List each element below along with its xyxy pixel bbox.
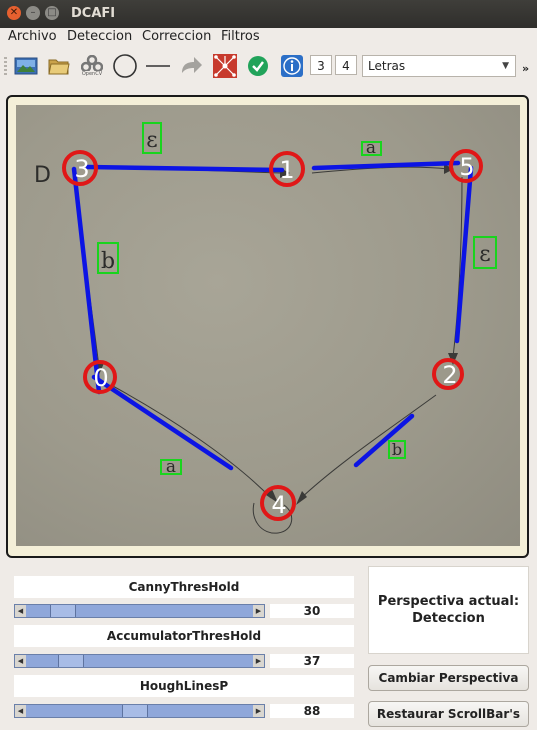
edge-label: a [166, 457, 176, 477]
image-view: 3 1 5 0 2 4 D ε a b ε a b [6, 95, 529, 558]
canny-slider-row: ◀ ▶ 30 [14, 603, 354, 619]
node-label: 1 [279, 156, 294, 184]
houghlines-slider-row: ◀ ▶ 88 [14, 703, 354, 719]
whiteboard-photo: 3 1 5 0 2 4 D ε a b ε a b [16, 105, 520, 546]
scroll-left-icon[interactable]: ◀ [15, 655, 26, 667]
node-label: 2 [442, 361, 457, 389]
accumulator-label: AccumulatorThresHold [14, 625, 354, 647]
perspective-value: Deteccion [412, 611, 485, 626]
change-perspective-button[interactable]: Cambiar Perspectiva [368, 665, 529, 691]
scroll-right-icon[interactable]: ▶ [253, 605, 264, 617]
circle-icon[interactable] [112, 53, 138, 79]
canny-value: 30 [270, 604, 354, 618]
close-icon[interactable]: ✕ [7, 6, 21, 20]
mode-combobox[interactable]: Letras ▼ [362, 55, 516, 77]
menu-deteccion[interactable]: Deteccion [67, 29, 132, 44]
scroll-right-icon[interactable]: ▶ [253, 655, 264, 667]
spinbox-1[interactable]: 3 [310, 55, 332, 75]
window-title: DCAFI [71, 6, 116, 21]
node-label: 5 [459, 153, 474, 181]
scrollbar-thumb[interactable] [50, 605, 77, 617]
image-icon[interactable] [13, 53, 39, 79]
toolbar-grip[interactable] [4, 57, 7, 77]
menu-filtros[interactable]: Filtros [221, 29, 260, 44]
perspective-title: Perspectiva actual: [377, 594, 520, 609]
node-label: 3 [74, 155, 89, 183]
menu-correccion[interactable]: Correccion [142, 29, 211, 44]
edge-label: b [392, 440, 402, 459]
spinbox-2[interactable]: 4 [335, 55, 357, 75]
scroll-left-icon[interactable]: ◀ [15, 705, 26, 717]
accumulator-value: 37 [270, 654, 354, 668]
houghlines-label: HoughLinesP [14, 675, 354, 697]
edge-label: b [101, 249, 115, 274]
perspective-panel: Perspectiva actual: Deteccion [368, 566, 529, 654]
line-icon[interactable] [145, 53, 171, 79]
restore-scrollbars-button[interactable]: Restaurar ScrollBar's [368, 701, 529, 727]
toolbar: OpenCV 3 4 Letras ▼ » [0, 48, 537, 85]
houghlines-value: 88 [270, 704, 354, 718]
accumulator-slider-row: ◀ ▶ 37 [14, 653, 354, 669]
menu-bar: Archivo Deteccion Correccion Filtros [0, 28, 537, 46]
scrollbar-thumb[interactable] [58, 655, 85, 667]
toolbar-overflow-icon[interactable]: » [522, 62, 529, 75]
title-bar: ✕ – □ DCAFI [0, 0, 537, 28]
node-label: 0 [93, 364, 108, 392]
scroll-left-icon[interactable]: ◀ [15, 605, 26, 617]
node-label: 4 [271, 491, 286, 519]
houghlines-scrollbar[interactable]: ◀ ▶ [14, 704, 265, 718]
info-icon[interactable] [279, 53, 305, 79]
check-icon[interactable] [245, 53, 271, 79]
scroll-right-icon[interactable]: ▶ [253, 705, 264, 717]
menu-archivo[interactable]: Archivo [8, 29, 57, 44]
start-marker: D [34, 163, 51, 188]
opencv-icon[interactable]: OpenCV [79, 53, 105, 79]
folder-icon[interactable] [46, 53, 72, 79]
edge-label: ε [146, 128, 157, 153]
chevron-down-icon: ▼ [502, 61, 509, 71]
combo-value: Letras [368, 59, 406, 73]
edge-label: ε [479, 242, 490, 267]
graph-icon[interactable] [212, 53, 238, 79]
canny-label: CannyThresHold [14, 576, 354, 598]
edge-label: a [366, 138, 376, 158]
accumulator-scrollbar[interactable]: ◀ ▶ [14, 654, 265, 668]
maximize-icon[interactable]: □ [45, 6, 59, 20]
scrollbar-thumb[interactable] [122, 705, 149, 717]
minimize-icon[interactable]: – [26, 6, 40, 20]
redo-arrow-icon[interactable] [178, 53, 204, 79]
canny-scrollbar[interactable]: ◀ ▶ [14, 604, 265, 618]
